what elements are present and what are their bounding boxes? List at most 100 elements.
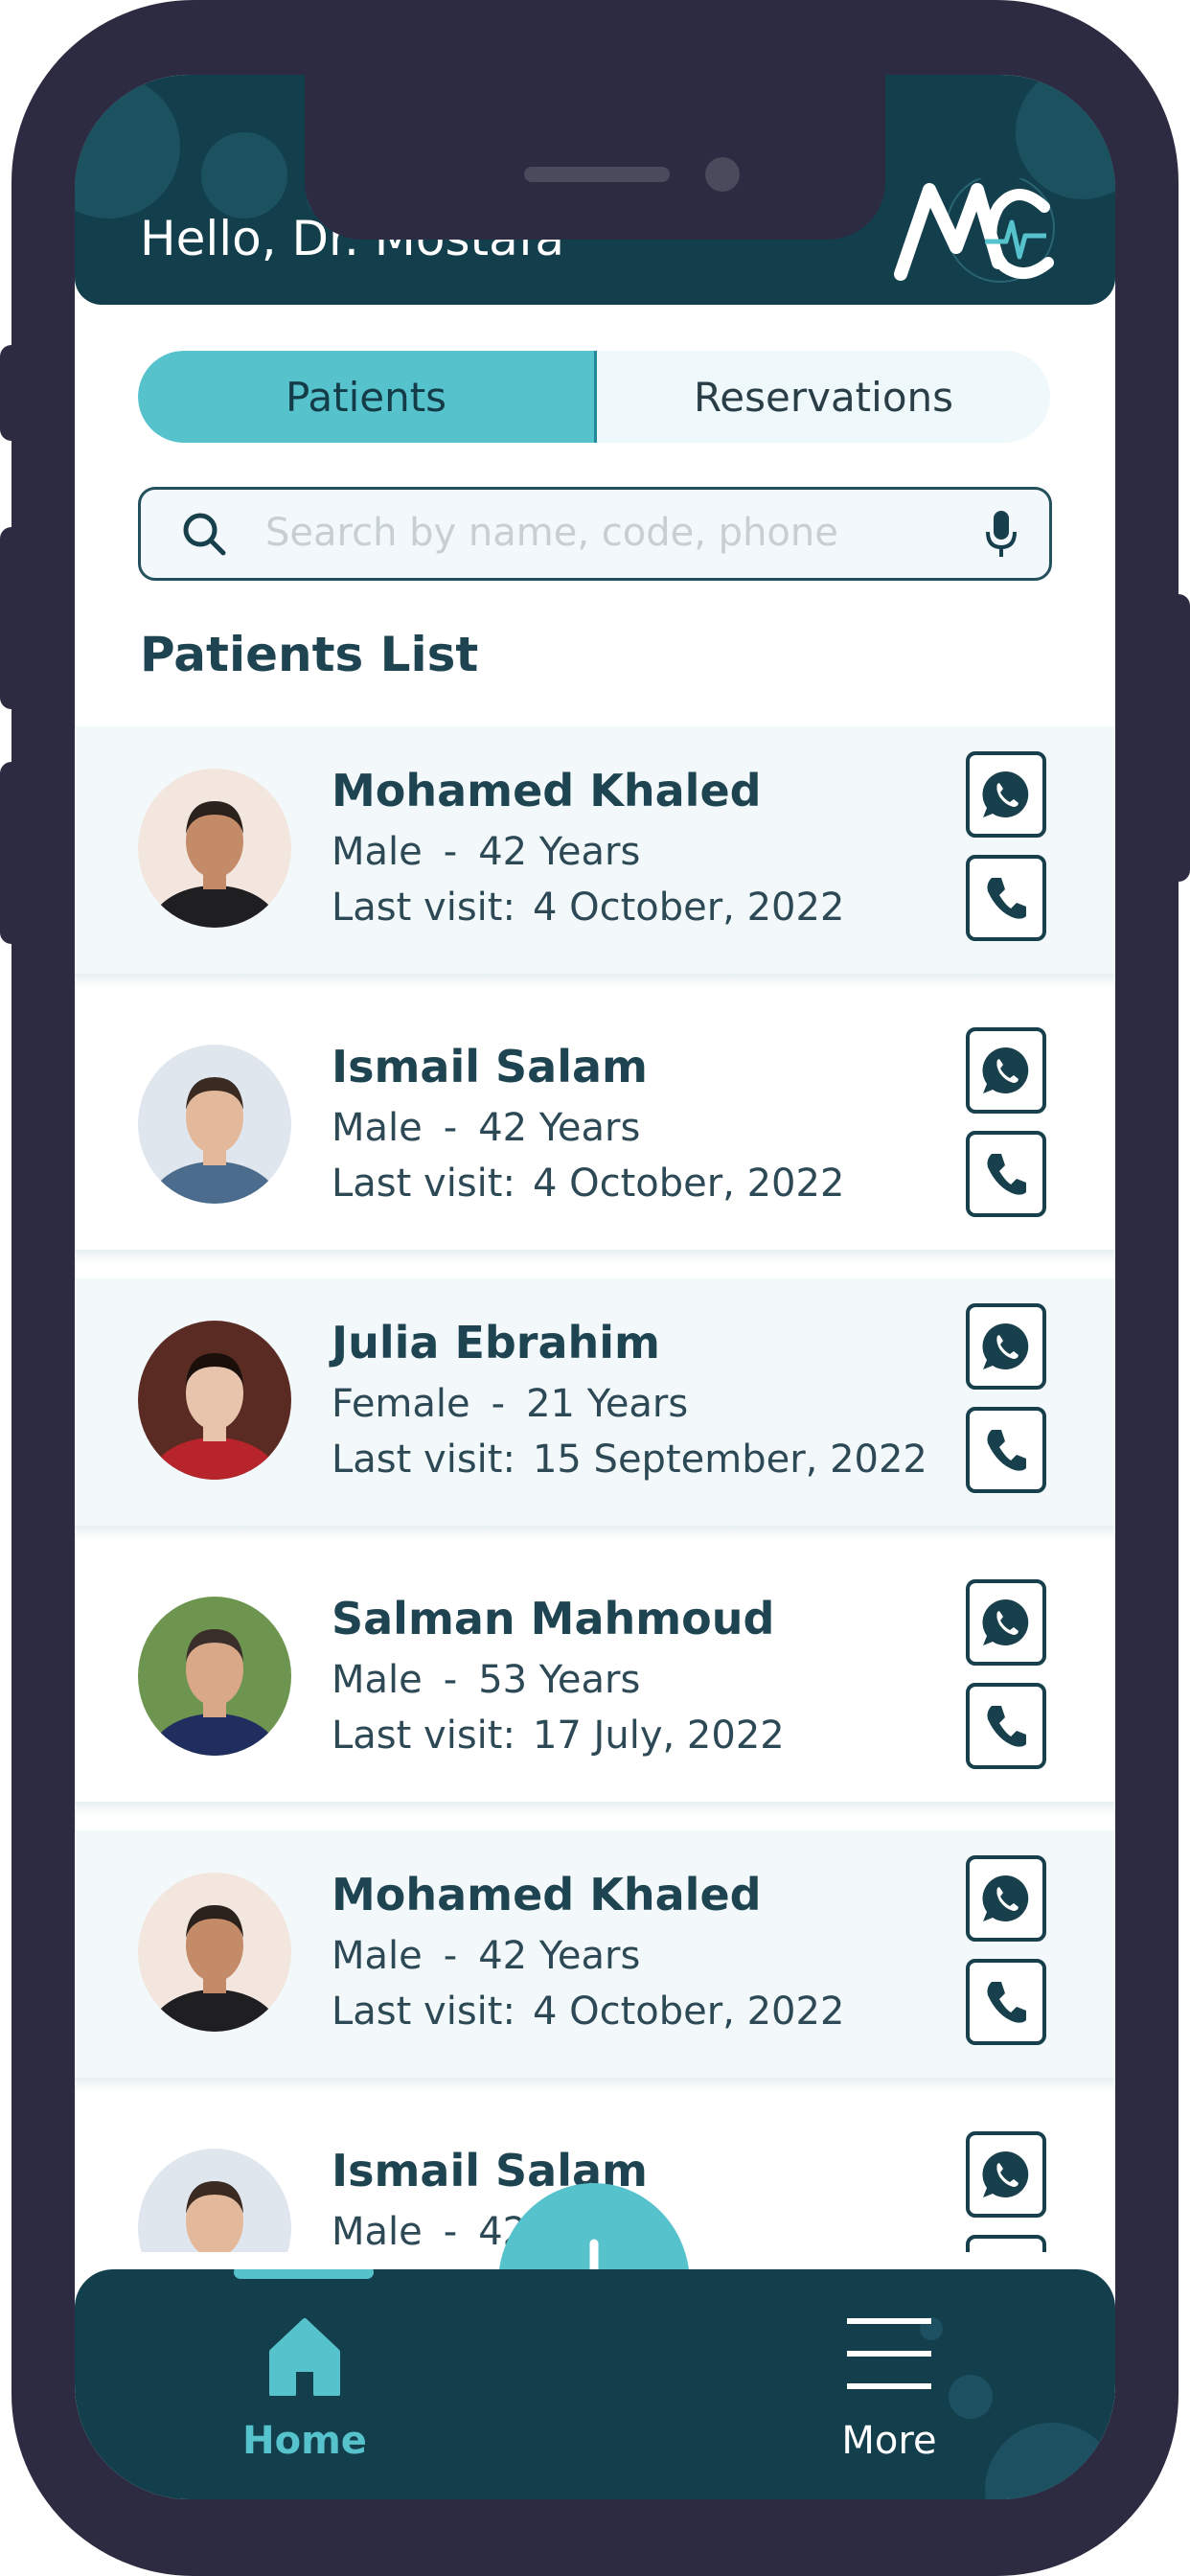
patient-last-visit: Last visit: 4 October, 2022 — [332, 1162, 844, 1206]
last-visit-label: Last visit: — [332, 1162, 515, 1206]
call-button[interactable] — [966, 1131, 1046, 1217]
nav-decoration — [985, 2423, 1115, 2499]
patient-demographics: Male-42 Years — [332, 1934, 640, 1978]
call-button[interactable] — [966, 1407, 1046, 1493]
whatsapp-button[interactable] — [966, 1303, 1046, 1390]
app-screen: Hello, Dr. Mostafa Patients Reservations… — [75, 75, 1115, 2499]
last-visit-date: 4 October, 2022 — [532, 1990, 845, 2034]
nav-home[interactable]: Home — [228, 2313, 381, 2463]
phone-icon — [982, 874, 1030, 922]
patient-demographics: Female -21 Years — [332, 1382, 688, 1426]
row-divider — [75, 2078, 1115, 2091]
device-notch — [305, 75, 885, 240]
patient-name: Julia Ebrahim — [332, 1317, 660, 1368]
row-divider — [75, 1250, 1115, 1263]
patient-avatar — [138, 1597, 291, 1756]
whatsapp-button[interactable] — [966, 1579, 1046, 1666]
side-button-volume-down — [0, 762, 23, 944]
row-divider — [75, 974, 1115, 987]
call-button[interactable] — [966, 1683, 1046, 1769]
side-button-volume-up — [0, 527, 23, 709]
patient-age: 21 Years — [526, 1382, 689, 1426]
tab-patients[interactable]: Patients — [138, 351, 597, 443]
call-button[interactable] — [966, 1959, 1046, 2045]
home-active-indicator — [234, 2269, 374, 2279]
patient-age: 42 Years — [478, 1934, 641, 1978]
separator: - — [443, 830, 458, 874]
patient-demographics: Male-42 Years — [332, 1106, 640, 1150]
search-input[interactable] — [265, 503, 936, 563]
patient-last-visit: Last visit: 4 October, 2022 — [332, 1990, 844, 2034]
patient-last-visit: Last visit: 4 October, 2022 — [332, 886, 844, 930]
phone-icon — [982, 1702, 1030, 1750]
search-box — [138, 487, 1052, 581]
patient-age: 42 Years — [478, 1106, 641, 1150]
whatsapp-button[interactable] — [966, 1027, 1046, 1114]
device-camera — [705, 157, 740, 192]
phone-icon — [982, 1426, 1030, 1474]
patient-avatar — [138, 769, 291, 928]
tab-reservations[interactable]: Reservations — [597, 351, 1050, 443]
patient-avatar — [138, 1873, 291, 2032]
last-visit-date: 15 September, 2022 — [532, 1438, 927, 1482]
patient-name: Mohamed Khaled — [332, 1869, 762, 1920]
patient-row[interactable]: Salman Mahmoud Male -53 Years Last visit: 17… — [75, 1554, 1115, 1815]
last-visit-label: Last visit: — [332, 1438, 515, 1482]
whatsapp-button[interactable] — [966, 1855, 1046, 1942]
patient-row[interactable]: Mohamed Khaled Male -42 Years Last visit: 4 … — [75, 726, 1115, 987]
search-icon — [181, 511, 227, 561]
bottom-nav: Home More — [75, 2269, 1115, 2499]
whatsapp-icon — [979, 1044, 1033, 1097]
nav-more[interactable]: More — [822, 2313, 956, 2463]
last-visit-label: Last visit: — [332, 1990, 515, 2034]
last-visit-label: Last visit: — [332, 886, 515, 930]
whatsapp-icon — [979, 2148, 1033, 2201]
patient-gender: Male — [332, 1934, 423, 1978]
patient-name: Ismail Salam — [332, 1041, 648, 1092]
patient-avatar — [138, 2149, 291, 2252]
separator: - — [443, 1658, 458, 1702]
patient-gender: Male — [332, 2210, 423, 2252]
separator: - — [443, 1106, 458, 1150]
patient-demographics: Male-42 Years — [332, 830, 640, 874]
patient-gender: Male — [332, 830, 423, 874]
patient-age: 42 Years — [478, 830, 641, 874]
app-logo — [893, 173, 1056, 288]
microphone-icon[interactable] — [984, 509, 1018, 563]
whatsapp-icon — [979, 768, 1033, 821]
last-visit-date: 17 July, 2022 — [532, 1714, 785, 1758]
patients-list-title: Patients List — [140, 627, 479, 682]
menu-icon — [843, 2315, 935, 2398]
patients-list: Mohamed Khaled Male -42 Years Last visit: 4 … — [75, 726, 1115, 2252]
whatsapp-button[interactable] — [966, 751, 1046, 838]
phone-icon — [982, 1150, 1030, 1198]
side-button-mute — [0, 345, 23, 441]
patient-avatar — [138, 1321, 291, 1480]
last-visit-label: Last visit: — [332, 1714, 515, 1758]
patient-row[interactable]: Julia Ebrahim Female -21 Years Last visit: 1… — [75, 1278, 1115, 1539]
patient-gender: Male — [332, 1658, 423, 1702]
call-button[interactable] — [966, 855, 1046, 941]
row-divider — [75, 1526, 1115, 1539]
whatsapp-button[interactable] — [966, 2131, 1046, 2218]
nav-more-label: More — [841, 2419, 937, 2463]
last-visit-date: 4 October, 2022 — [532, 1162, 845, 1206]
patient-row[interactable]: Ismail Salam Male-42 Years Last visit: 4 Oc… — [75, 1002, 1115, 1263]
side-button-power — [1167, 594, 1190, 882]
home-icon — [266, 2313, 343, 2400]
whatsapp-icon — [979, 1320, 1033, 1373]
patient-avatar — [138, 1045, 291, 1204]
patient-row[interactable]: Mohamed Khaled Male -42 Years Last visit: 4 … — [75, 1830, 1115, 2091]
nav-home-label: Home — [242, 2419, 367, 2463]
patient-gender: Male — [332, 1106, 423, 1150]
device-speaker — [524, 167, 670, 182]
patient-demographics: Male -53 Years — [332, 1658, 640, 1702]
call-button[interactable] — [966, 2235, 1046, 2252]
phone-icon — [982, 1978, 1030, 2026]
patient-last-visit: Last visit: 17 July, 2022 — [332, 1714, 785, 1758]
whatsapp-icon — [979, 1596, 1033, 1649]
segment-tabs: Patients Reservations — [138, 351, 1050, 443]
separator: - — [443, 2210, 458, 2252]
row-divider — [75, 1802, 1115, 1815]
patient-gender: Female — [332, 1382, 470, 1426]
